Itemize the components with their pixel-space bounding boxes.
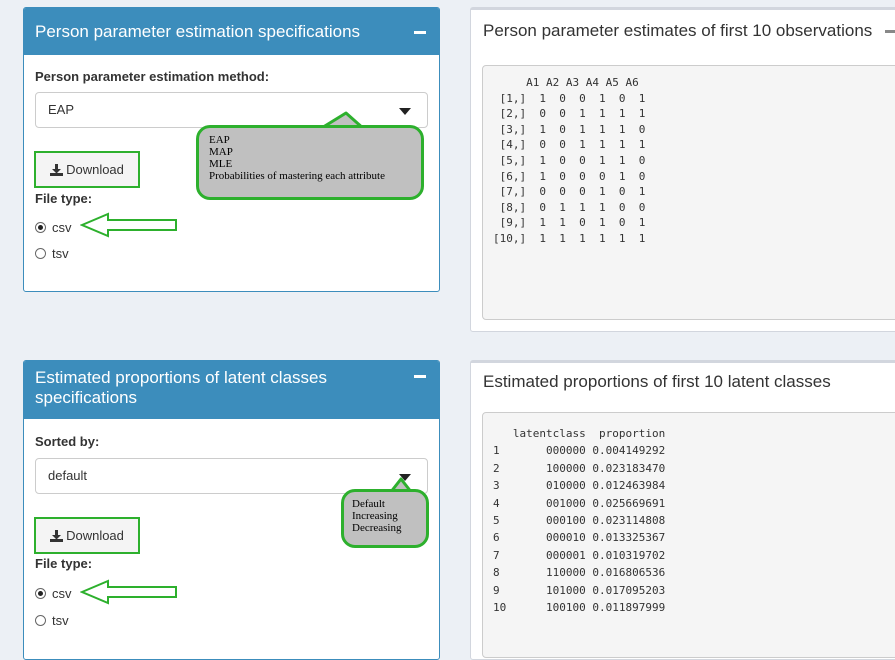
callout-item: Increasing xyxy=(352,510,398,522)
radio-label: csv xyxy=(52,586,72,601)
panel-title: Estimated proportions of first 10 latent… xyxy=(483,372,831,391)
sort-options-callout: Default Increasing Decreasing xyxy=(341,489,429,548)
callout-item: Decreasing xyxy=(352,522,402,534)
filetype-label: File type: xyxy=(35,556,93,571)
radio-label: csv xyxy=(52,220,72,235)
panel-title: Estimated proportions of latent classes … xyxy=(35,368,327,407)
radio-button[interactable] xyxy=(35,222,46,233)
radio-csv[interactable]: csv xyxy=(35,586,72,601)
radio-button[interactable] xyxy=(35,588,46,599)
method-label: Person parameter estimation method: xyxy=(35,69,270,84)
callout-item: MLE xyxy=(209,158,233,170)
panel-title: Person parameter estimates of first 10 o… xyxy=(483,21,873,40)
radio-button[interactable] xyxy=(35,248,46,259)
panel-header: Estimated proportions of latent classes … xyxy=(24,361,439,419)
panel-header: Estimated proportions of first 10 latent… xyxy=(471,363,895,401)
proportions-output: latentclass proportion 1 000000 0.004149… xyxy=(482,412,895,658)
chevron-down-icon xyxy=(399,108,411,115)
download-icon xyxy=(50,529,64,542)
latent-class-proportions-panel: Estimated proportions of first 10 latent… xyxy=(470,360,895,660)
radio-button[interactable] xyxy=(35,615,46,626)
sort-select-value: default xyxy=(48,468,88,483)
radio-csv[interactable]: csv xyxy=(35,220,72,235)
collapse-icon[interactable] xyxy=(414,30,426,34)
radio-tsv[interactable]: tsv xyxy=(35,613,69,628)
panel-header: Person parameter estimation specificatio… xyxy=(24,8,439,55)
download-label: Download xyxy=(66,162,124,177)
callout-item: Probabilities of mastering each attribut… xyxy=(209,170,385,182)
callout-item: Default xyxy=(352,498,385,510)
callout-item: EAP xyxy=(209,134,230,146)
radio-tsv[interactable]: tsv xyxy=(35,246,69,261)
sort-label: Sorted by: xyxy=(35,434,100,449)
collapse-icon[interactable] xyxy=(414,375,426,378)
collapse-icon[interactable] xyxy=(885,30,895,33)
radio-label: tsv xyxy=(52,246,69,261)
method-options-callout: EAP MAP MLE Probabilities of mastering e… xyxy=(196,125,424,200)
download-label: Download xyxy=(66,528,124,543)
download-icon xyxy=(50,163,64,176)
person-parameter-estimates-panel: Person parameter estimates of first 10 o… xyxy=(470,7,895,332)
panel-title: Person parameter estimation specificatio… xyxy=(35,21,361,41)
filetype-label: File type: xyxy=(35,191,93,206)
estimates-output: A1 A2 A3 A4 A5 A6 [1,] 1 0 0 1 0 1 [2,] … xyxy=(482,65,895,320)
download-button[interactable]: Download xyxy=(34,151,140,188)
panel-header: Person parameter estimates of first 10 o… xyxy=(471,10,895,52)
download-button[interactable]: Download xyxy=(34,517,140,554)
radio-label: tsv xyxy=(52,613,69,628)
method-select-value: EAP xyxy=(48,102,75,117)
arrow-to-csv-icon xyxy=(80,579,177,605)
arrow-to-csv-icon xyxy=(80,212,177,238)
callout-item: MAP xyxy=(209,146,233,158)
